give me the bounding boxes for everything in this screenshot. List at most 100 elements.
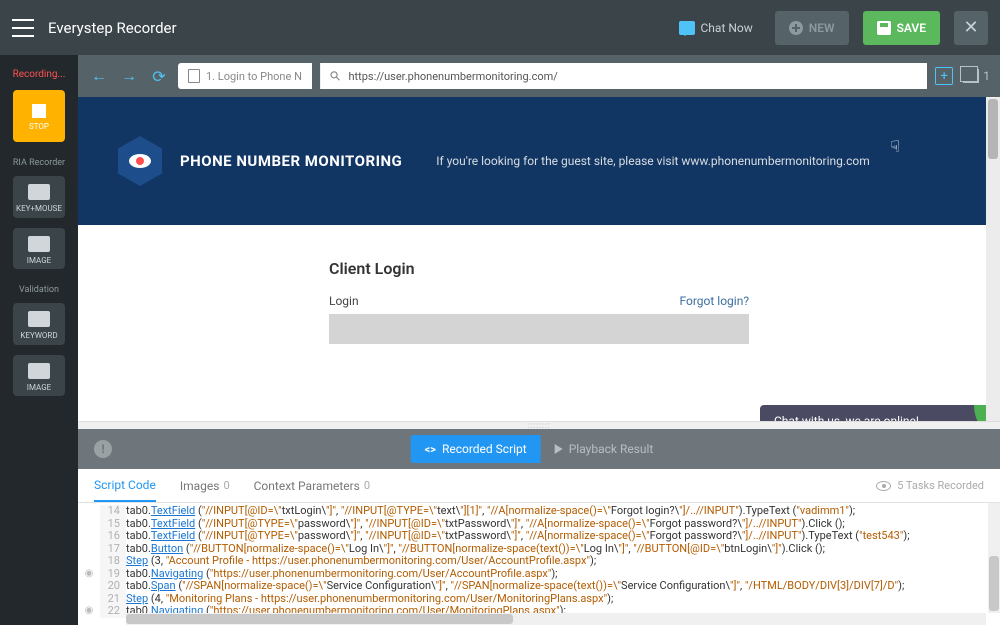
info-icon[interactable]: ! [94,440,112,458]
vertical-scrollbar[interactable] [986,97,1000,421]
key-mouse-button[interactable]: KEY+MOUSE [13,176,65,218]
cursor-pointer-icon: ☟ [890,137,900,156]
panel-resize-handle[interactable]: :::::::: [78,421,1000,429]
validation-section-label: Validation [19,285,59,295]
menu-icon[interactable] [12,19,34,37]
line-number: 14 [100,505,126,518]
breakpoint-gutter[interactable] [78,580,100,593]
tab-label: 1. Login to Phone N [206,70,302,83]
url-bar[interactable]: ⚲ https://user.phonenumbermonitoring.com… [320,63,927,89]
tab-count[interactable]: 1 [963,69,990,83]
browser-tab[interactable]: 1. Login to Phone N [178,63,312,89]
scroll-thumb[interactable] [988,99,998,159]
code-text: tab0.TextField ("//INPUT[@TYPE=\"passwor… [126,518,1000,531]
reload-button[interactable]: ⟳ [148,65,170,87]
tasks-label: 5 Tasks Recorded [897,479,984,492]
back-button[interactable]: ← [88,65,110,87]
tab-images-label: Images [180,479,220,493]
url-text: https://user.phonenumbermonitoring.com/ [348,70,557,83]
new-button[interactable]: NEW [775,11,849,45]
horizontal-scrollbar[interactable] [126,613,986,625]
script-tabs: Script Code Images 0 Context Parameters … [78,469,1000,503]
code-line[interactable]: 16tab0.TextField ("//INPUT[@TYPE=\"passw… [78,530,1000,543]
tab-context-label: Context Parameters [254,479,360,493]
chat-widget-text: Chat with us, we are online! [774,414,919,421]
recorded-script-tab[interactable]: Recorded Script [411,435,541,463]
login-input[interactable] [329,314,749,344]
login-title: Client Login [329,259,749,278]
code-line[interactable]: 20tab0.Span ("//SPAN[normalize-space()=\… [78,580,1000,593]
code-line[interactable]: ◉19tab0.Navigating ("https://user.phonen… [78,568,1000,581]
page-body: Client Login Login Forgot login? [78,225,1000,421]
breakpoint-gutter[interactable] [78,530,100,543]
image-ria-button[interactable]: IMAGE [13,228,65,270]
chat-widget[interactable]: Chat with us, we are online! [760,405,1000,421]
chat-icon [679,21,695,35]
code-line[interactable]: 18Step (3, "Account Profile - https://us… [78,555,1000,568]
login-label: Login [329,294,359,308]
key-mouse-label: KEY+MOUSE [16,204,62,214]
stop-button[interactable]: STOP [13,90,65,142]
chat-now-label: Chat Now [701,21,753,35]
tab-context[interactable]: Context Parameters 0 [254,469,370,502]
code-text: tab0.TextField ("//INPUT[@ID=\"txtLogin\… [126,505,1000,518]
code-text: tab0.TextField ("//INPUT[@TYPE=\"passwor… [126,530,1000,543]
play-icon [555,444,563,454]
line-number: 18 [100,555,126,568]
save-label: SAVE [897,21,926,35]
scroll-thumb[interactable] [989,556,999,611]
playback-result-tab[interactable]: Playback Result [541,435,668,463]
scroll-thumb[interactable] [126,614,513,624]
stop-icon [32,104,46,118]
line-number: 16 [100,530,126,543]
code-line[interactable]: 15tab0.TextField ("//INPUT[@TYPE=\"passw… [78,518,1000,531]
breakpoint-gutter[interactable] [78,543,100,556]
plus-icon [789,21,803,35]
stop-label: STOP [29,122,49,132]
code-text: tab0.Navigating ("https://user.phonenumb… [126,568,1000,581]
tab-script-code[interactable]: Script Code [94,469,156,502]
breakpoint-gutter[interactable] [78,505,100,518]
breakpoint-gutter[interactable]: ◉ [78,568,100,581]
save-button[interactable]: SAVE [863,11,940,45]
image2-label: IMAGE [27,383,51,393]
code-editor[interactable]: 14tab0.TextField ("//INPUT[@ID=\"txtLogi… [78,503,1000,625]
image-icon [28,363,50,379]
brand-text: PHONE NUMBER MONITORING [180,152,402,170]
app-title: Everystep Recorder [48,19,665,37]
forgot-login-link[interactable]: Forgot login? [679,294,749,308]
recorded-label: Recorded Script [442,442,527,456]
code-vertical-scrollbar[interactable] [988,503,1000,613]
tasks-recorded: 5 Tasks Recorded [876,469,984,502]
breakpoint-gutter[interactable] [78,518,100,531]
keyword-icon [28,311,50,327]
breakpoint-gutter[interactable]: ◉ [78,605,100,618]
keyboard-icon [28,184,50,200]
tab-count-value: 1 [983,69,990,83]
code-icon [425,442,436,456]
brand-logo [118,136,162,186]
tab-images[interactable]: Images 0 [180,469,230,502]
new-label: NEW [809,21,835,35]
code-line[interactable]: 14tab0.TextField ("//INPUT[@ID=\"txtLogi… [78,505,1000,518]
image-validation-button[interactable]: IMAGE [13,355,65,397]
playback-label: Playback Result [569,442,654,456]
code-text: tab0.Span ("//SPAN[normalize-space()=\"S… [126,580,1000,593]
keyword-button[interactable]: KEYWORD [13,303,65,345]
tabs-icon [963,69,979,83]
code-line[interactable]: 21Step (4, "Monitoring Plans - https://u… [78,593,1000,606]
breakpoint-gutter[interactable] [78,555,100,568]
image-icon [28,236,50,252]
add-tab-button[interactable]: + [935,67,953,85]
forward-button[interactable]: → [118,65,140,87]
browser-nav-bar: ← → ⟳ 1. Login to Phone N ⚲ https://user… [78,55,1000,97]
script-toolbar: ! Recorded Script Playback Result [78,429,1000,469]
code-line[interactable]: 17tab0.Button ("//BUTTON[normalize-space… [78,543,1000,556]
tab-images-count: 0 [223,479,229,492]
breakpoint-gutter[interactable] [78,593,100,606]
close-button[interactable]: ✕ [954,11,988,45]
code-text: Step (3, "Account Profile - https://user… [126,555,1000,568]
chat-now-button[interactable]: Chat Now [679,21,753,35]
document-icon [188,69,200,83]
code-text: Step (4, "Monitoring Plans - https://use… [126,593,1000,606]
